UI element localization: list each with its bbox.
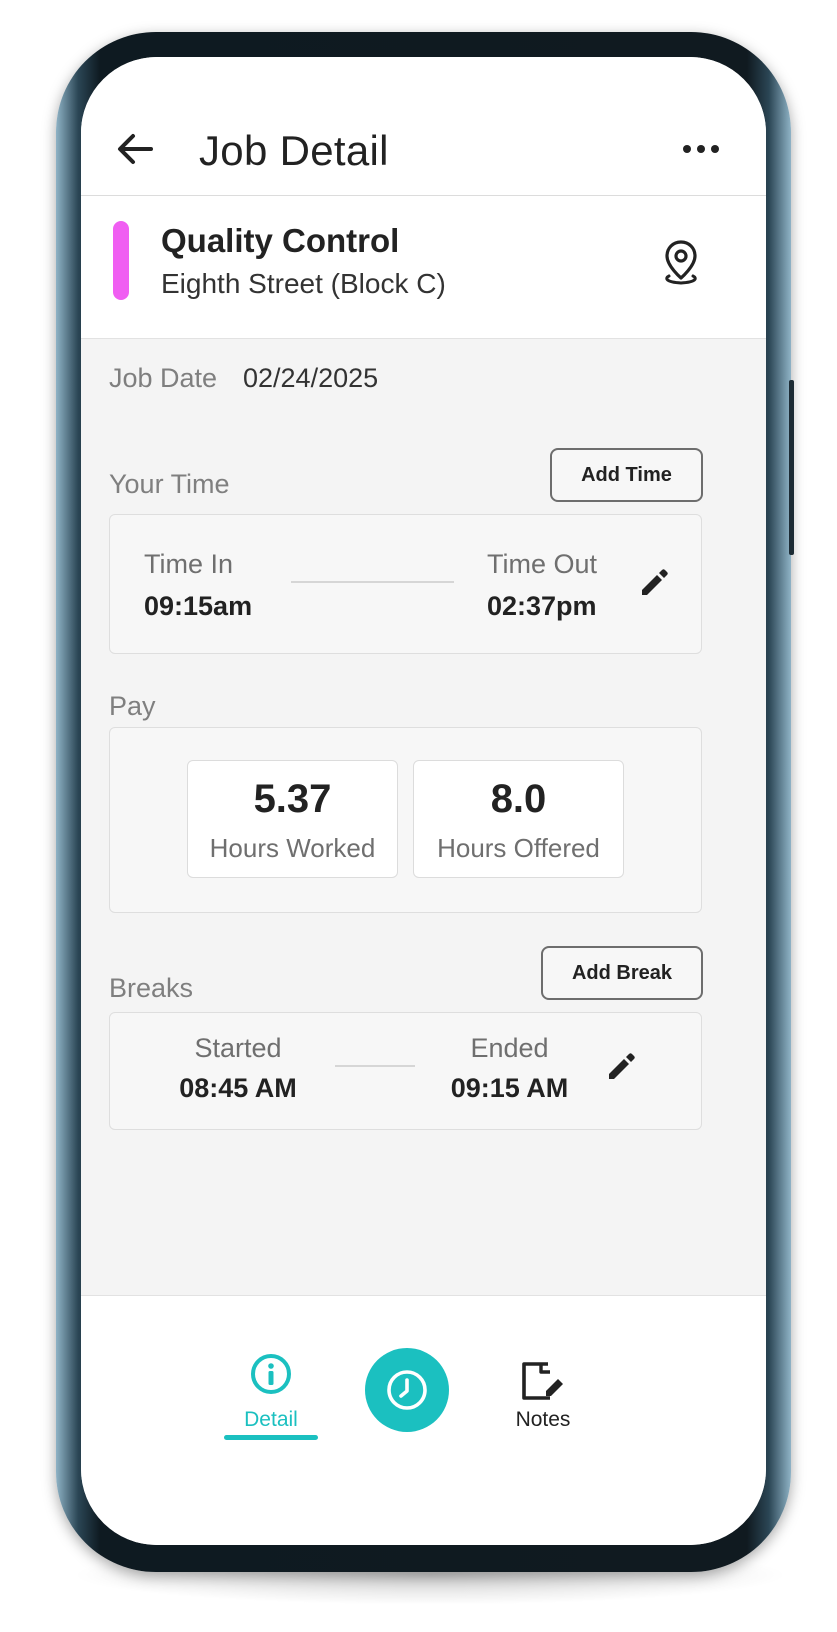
map-pin-icon — [665, 240, 697, 285]
clock-button[interactable] — [365, 1348, 449, 1432]
hours-worked-value: 5.37 — [253, 777, 332, 821]
your-time-label: Your Time — [109, 469, 230, 499]
arrow-left-icon — [118, 134, 153, 164]
more-options-button[interactable] — [681, 137, 721, 161]
power-button — [789, 380, 794, 555]
add-break-button[interactable]: Add Break — [541, 946, 703, 1000]
nav-detail-label: Detail — [244, 1408, 298, 1431]
time-divider — [291, 581, 454, 583]
edit-time-button[interactable] — [638, 567, 670, 599]
hours-worked-stat: 5.37 Hours Worked — [187, 760, 398, 878]
break-ended-label: Ended — [470, 1033, 549, 1063]
break-ended-value: 09:15 AM — [450, 1073, 569, 1103]
page-title: Job Detail — [199, 127, 389, 174]
time-out-label: Time Out — [487, 549, 598, 579]
more-horizontal-icon — [683, 145, 719, 153]
clock-icon — [387, 1370, 427, 1410]
job-name: Quality Control — [161, 222, 400, 259]
hours-offered-caption: Hours Offered — [437, 833, 600, 863]
app-screen: Job Detail Quality Control Eighth Street… — [81, 57, 766, 1545]
break-started-value: 08:45 AM — [179, 1073, 297, 1103]
bottom-nav: Detail Notes — [81, 1295, 766, 1545]
time-in-label: Time In — [144, 549, 234, 579]
app-header: Job Detail — [81, 57, 766, 196]
time-card: Time In 09:15am Time Out 02:37pm — [109, 514, 702, 654]
pay-label: Pay — [109, 691, 156, 721]
break-divider — [335, 1065, 415, 1067]
info-circle-icon — [251, 1354, 291, 1394]
job-date-label: Job Date — [109, 363, 218, 393]
job-date-value: 02/24/2025 — [243, 363, 379, 393]
edit-break-button[interactable] — [605, 1051, 637, 1083]
add-time-button[interactable]: Add Time — [550, 448, 703, 502]
pencil-icon — [642, 569, 668, 595]
time-out-value: 02:37pm — [487, 591, 597, 621]
hours-offered-value: 8.0 — [490, 777, 547, 821]
nav-notes-tab[interactable]: Notes — [493, 1360, 593, 1440]
nav-detail-tab[interactable]: Detail — [224, 1352, 318, 1432]
hours-offered-stat: 8.0 Hours Offered — [413, 760, 624, 878]
break-card: Started 08:45 AM Ended 09:15 AM — [109, 1012, 702, 1130]
job-summary-card: Quality Control Eighth Street (Block C) — [81, 196, 766, 339]
pay-card: 5.37 Hours Worked 8.0 Hours Offered — [109, 727, 702, 913]
breaks-label: Breaks — [109, 973, 194, 1003]
active-tab-indicator — [224, 1435, 318, 1440]
note-edit-icon — [522, 1362, 563, 1400]
nav-notes-label: Notes — [515, 1408, 571, 1431]
back-button[interactable] — [115, 129, 155, 169]
time-in-value: 09:15am — [144, 591, 253, 621]
pencil-icon — [609, 1053, 635, 1079]
hours-worked-caption: Hours Worked — [209, 833, 376, 863]
job-location: Eighth Street (Block C) — [161, 268, 446, 299]
job-color-bar — [113, 221, 129, 300]
location-button[interactable] — [661, 238, 701, 286]
break-started-label: Started — [194, 1033, 282, 1063]
